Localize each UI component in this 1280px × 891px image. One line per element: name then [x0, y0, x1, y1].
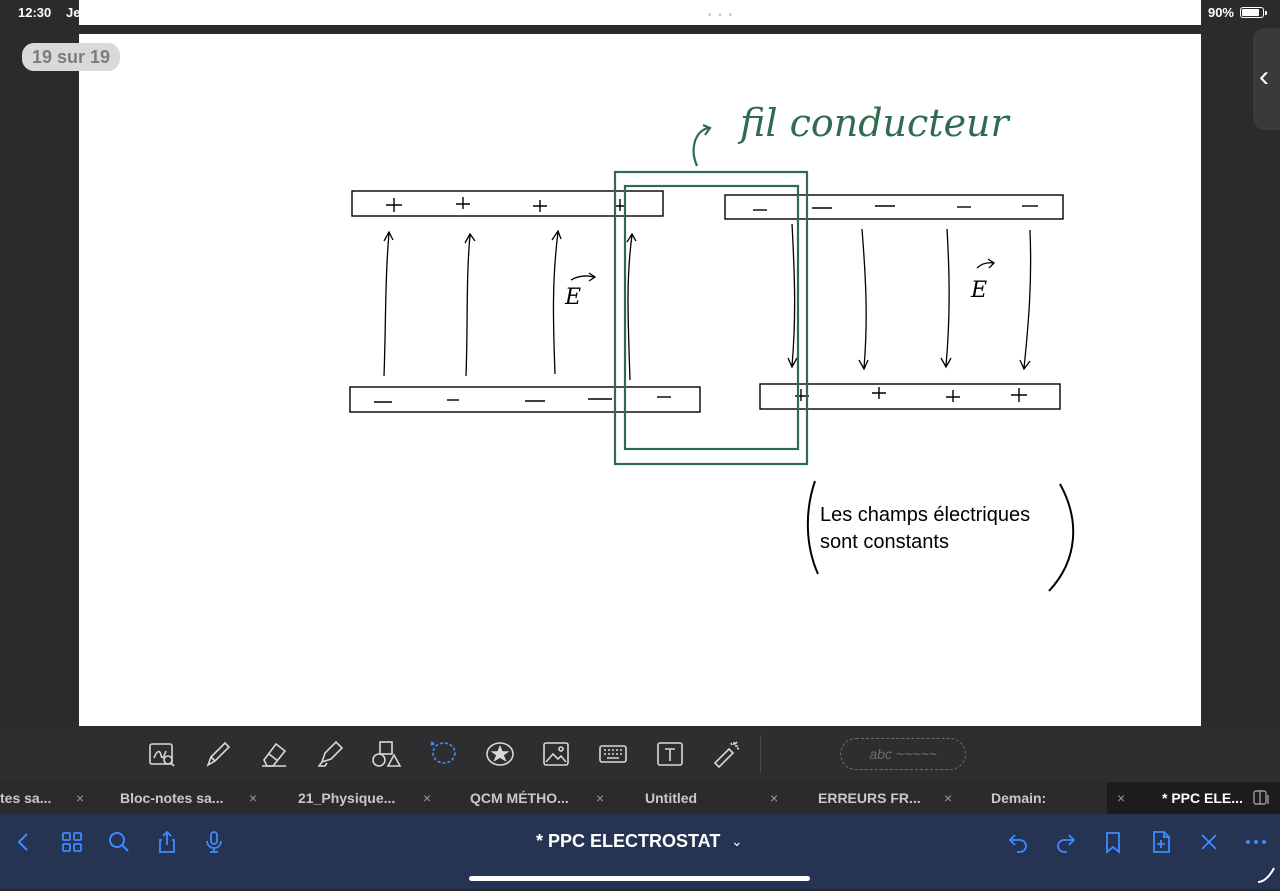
close-icon[interactable]: × — [76, 782, 84, 814]
close-icon[interactable]: × — [423, 782, 431, 814]
tab-ppc-active[interactable]: * PPC ELE... — [1162, 782, 1243, 814]
plate-bottom-left — [349, 386, 701, 413]
sticker-icon[interactable] — [480, 735, 520, 773]
close-editing-icon[interactable] — [1193, 828, 1225, 856]
charges — [374, 197, 1038, 403]
keyboard-icon[interactable] — [593, 735, 633, 773]
note-text: Les champs électriques sont constants — [820, 502, 1030, 556]
pen-icon[interactable] — [198, 735, 238, 773]
vector-arrows — [570, 258, 996, 282]
handwriting-input[interactable]: abc ~~~~~ — [840, 738, 966, 770]
toolbar-divider — [760, 735, 761, 773]
search-icon[interactable] — [103, 828, 135, 856]
close-icon[interactable]: × — [596, 782, 604, 814]
field-lines-left — [383, 229, 637, 381]
tab-erreurs[interactable]: ERREURS FR... — [818, 782, 921, 814]
chevron-down-icon[interactable]: ⌄ — [731, 833, 743, 850]
zoom-pen-icon[interactable] — [142, 735, 182, 773]
close-icon[interactable]: × — [1117, 782, 1125, 814]
share-icon[interactable] — [151, 828, 183, 856]
note-line-2: sont constants — [820, 531, 949, 553]
grid-icon[interactable] — [56, 828, 88, 856]
image-icon[interactable] — [536, 735, 576, 773]
field-lines-right — [787, 223, 1032, 371]
tab-bloc-notes[interactable]: Bloc-notes sa... — [120, 782, 223, 814]
add-page-icon[interactable] — [1145, 828, 1177, 856]
tab-notes[interactable]: tes sa... — [0, 782, 51, 814]
home-indicator[interactable] — [469, 876, 810, 881]
text-box-icon[interactable] — [650, 735, 690, 773]
navigation-bar: * PPC ELECTROSTAT ⌄ — [0, 814, 1280, 889]
lasso-icon[interactable] — [422, 735, 462, 773]
more-icon[interactable] — [1240, 828, 1272, 856]
redo-icon[interactable] — [1050, 828, 1082, 856]
close-icon[interactable]: × — [944, 782, 952, 814]
conductor-wire — [613, 123, 809, 466]
conductor-label: fil conducteur — [737, 101, 1012, 145]
tab-untitled[interactable]: Untitled — [645, 782, 697, 814]
back-chevron-icon[interactable] — [8, 828, 40, 856]
field-label-right: E — [970, 278, 987, 303]
undo-icon[interactable] — [1002, 828, 1034, 856]
tab-physique[interactable]: 21_Physique... — [298, 782, 395, 814]
close-icon[interactable]: × — [249, 782, 257, 814]
plate-top-left — [351, 190, 664, 217]
field-label-left: E — [564, 285, 581, 310]
document-title[interactable]: * PPC ELECTROSTAT — [536, 831, 720, 852]
eraser-icon[interactable] — [254, 735, 294, 773]
highlighter-icon[interactable] — [310, 735, 350, 773]
drawing-toolbar — [0, 727, 1280, 782]
apple-pencil-icon — [1254, 862, 1278, 886]
bookmark-icon[interactable] — [1097, 828, 1129, 856]
document-tabs: tes sa... × Bloc-notes sa... × 21_Physiq… — [0, 782, 1280, 814]
laser-pointer-icon[interactable] — [706, 735, 746, 773]
tab-demain[interactable]: Demain: — [991, 782, 1046, 814]
microphone-icon[interactable] — [198, 828, 230, 856]
plate-top-right — [724, 194, 1064, 220]
tab-qcm[interactable]: QCM MÉTHO... — [470, 782, 569, 814]
close-icon[interactable]: × — [770, 782, 778, 814]
split-view-icon[interactable] — [1253, 782, 1271, 814]
note-line-1: Les champs électriques — [820, 504, 1031, 526]
shapes-icon[interactable] — [366, 735, 406, 773]
